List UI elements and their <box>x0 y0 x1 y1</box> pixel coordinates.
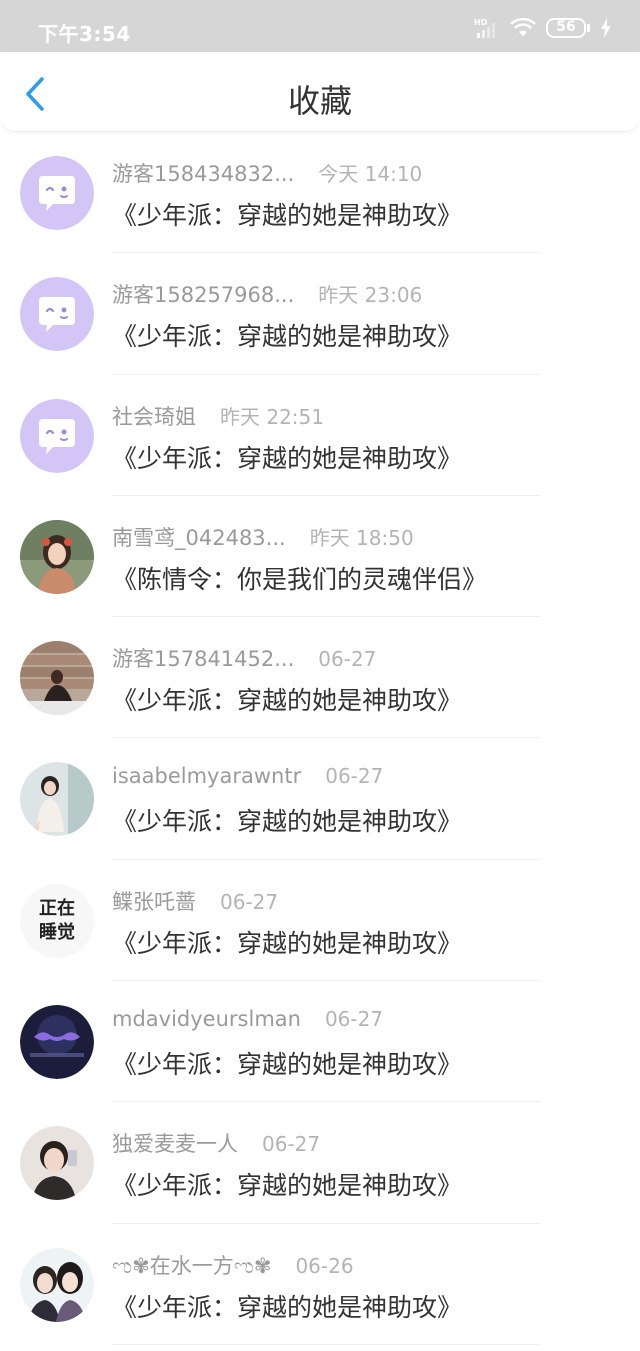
chat-bubble-icon <box>20 398 94 473</box>
favorite-title: 《少年派：穿越的她是神助攻》 <box>112 1050 463 1080</box>
battery-level: 56 <box>556 19 576 35</box>
favorite-title: 《少年派：穿越的她是神助攻》 <box>112 686 463 716</box>
timestamp: 06-27 <box>262 1132 321 1157</box>
text-avatar: 正在 睡觉 <box>20 883 94 958</box>
favorite-item[interactable]: 南雪鸢_042483... 昨天 18:50 《陈情令：你是我们的灵魂伴侣》 <box>0 496 640 618</box>
timestamp: 今天 14:10 <box>318 162 423 186</box>
wifi-icon <box>510 18 536 38</box>
charging-icon <box>600 18 612 38</box>
favorite-title: 《少年派：穿越的她是神助攻》 <box>112 807 463 837</box>
username: 游客158434832... <box>112 162 295 186</box>
avatar[interactable] <box>20 641 94 716</box>
avatar[interactable] <box>20 1005 94 1080</box>
timestamp: 06-27 <box>325 764 384 789</box>
username: mdavidyeurslman <box>112 1007 301 1032</box>
avatar-text-line: 睡觉 <box>39 921 75 943</box>
avatar[interactable] <box>20 398 94 473</box>
favorites-list: 游客158434832... 今天 14:10 《少年派：穿越的她是神助攻》 游… <box>0 132 640 1345</box>
chat-bubble-icon <box>20 277 94 352</box>
timestamp: 昨天 23:06 <box>318 283 423 308</box>
status-bar: 下午3:54 HD 56 <box>0 0 640 52</box>
avatar[interactable] <box>20 1247 94 1322</box>
favorite-title: 《陈情令：你是我们的灵魂伴侣》 <box>112 564 488 594</box>
favorite-item[interactable]: 游客158257968... 昨天 23:06 《少年派：穿越的她是神助攻》 <box>0 253 640 375</box>
username: isaabelmyarawntr <box>112 764 302 789</box>
username: 游客158257968... <box>112 283 295 308</box>
favorite-item[interactable]: 正在 睡觉 鲽张吒蔷 06-27 《少年派：穿越的她是神助攻》 <box>0 860 640 982</box>
avatar[interactable] <box>20 519 94 594</box>
favorite-title: 《少年派：穿越的她是神助攻》 <box>112 1292 463 1322</box>
avatar[interactable] <box>20 277 94 352</box>
photo-avatar-image <box>20 762 94 837</box>
chat-bubble-icon <box>20 156 94 230</box>
favorite-item[interactable]: 游客157841452... 06-27 《少年派：穿越的她是神助攻》 <box>0 617 640 739</box>
username: 独爱麦麦一人 <box>112 1132 238 1157</box>
favorite-item[interactable]: 社会琦姐 昨天 22:51 《少年派：穿越的她是神助攻》 <box>0 375 640 496</box>
status-icons: HD 56 <box>474 16 612 40</box>
username: 鲽张吒蔷 <box>112 889 196 914</box>
favorite-item[interactable]: 游客158434832... 今天 14:10 《少年派：穿越的她是神助攻》 <box>0 132 640 254</box>
signal-icon: HD <box>474 17 500 39</box>
photo-avatar-image <box>20 519 94 594</box>
favorite-title: 《少年派：穿越的她是神助攻》 <box>112 443 463 473</box>
username: 游客157841452... <box>112 647 295 672</box>
photo-avatar-image <box>20 1005 94 1080</box>
timestamp: 06-27 <box>220 889 279 914</box>
avatar[interactable] <box>20 1126 94 1201</box>
favorite-title: 《少年派：穿越的她是神助攻》 <box>112 322 463 352</box>
battery-icon: 56 <box>546 18 586 38</box>
favorite-item[interactable]: mdavidyeurslman 06-27 《少年派：穿越的她是神助攻》 <box>0 981 640 1103</box>
avatar[interactable]: 正在 睡觉 <box>20 883 94 958</box>
photo-avatar-image <box>20 641 94 716</box>
username: ಌ✾在水一方ಌ✾ <box>112 1253 272 1278</box>
photo-avatar-image <box>20 1247 94 1322</box>
favorite-title: 《少年派：穿越的她是神助攻》 <box>112 1171 463 1201</box>
svg-text:HD: HD <box>474 18 488 27</box>
timestamp: 昨天 22:51 <box>220 404 324 429</box>
favorite-title: 《少年派：穿越的她是神助攻》 <box>112 928 463 958</box>
avatar[interactable] <box>20 762 94 837</box>
username: 南雪鸢_042483... <box>112 525 286 550</box>
timestamp: 06-26 <box>295 1253 354 1278</box>
username: 社会琦姐 <box>112 404 196 429</box>
favorite-item[interactable]: ಌ✾在水一方ಌ✾ 06-26 《少年派：穿越的她是神助攻》 <box>0 1224 640 1345</box>
favorite-item[interactable]: isaabelmyarawntr 06-27 《少年派：穿越的她是神助攻》 <box>0 738 640 860</box>
divider <box>112 1343 540 1345</box>
timestamp: 06-27 <box>318 647 377 672</box>
avatar-text-line: 正在 <box>39 897 75 919</box>
photo-avatar-image <box>20 1126 94 1201</box>
title-bar: 收藏 <box>0 52 640 132</box>
status-time: 下午3:54 <box>38 22 131 46</box>
page-title: 收藏 <box>287 82 352 120</box>
favorite-item[interactable]: 独爱麦麦一人 06-27 《少年派：穿越的她是神助攻》 <box>0 1102 640 1224</box>
favorite-title: 《少年派：穿越的她是神助攻》 <box>112 201 463 230</box>
avatar[interactable] <box>20 156 94 230</box>
timestamp: 06-27 <box>324 1007 384 1032</box>
timestamp: 昨天 18:50 <box>309 525 414 550</box>
